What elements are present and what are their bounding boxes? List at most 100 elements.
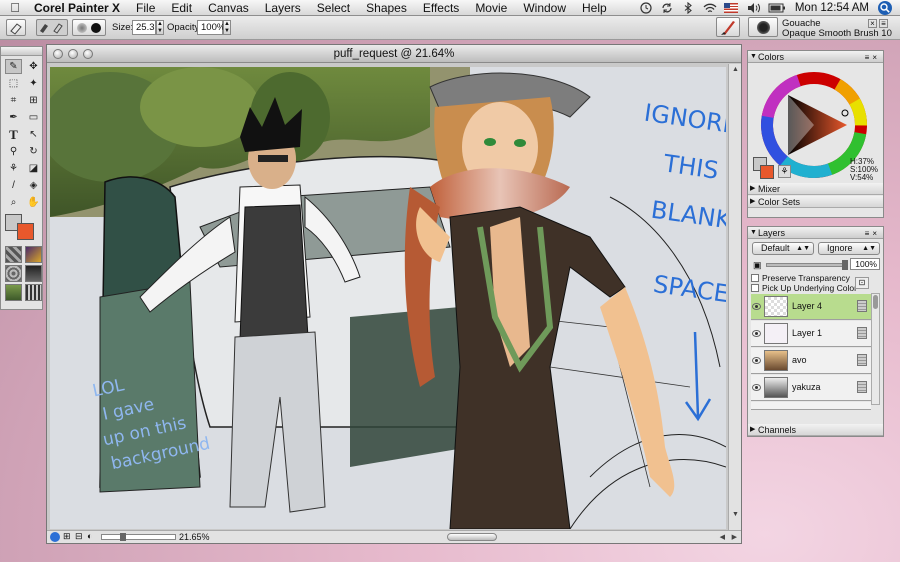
color-panel-main-swatch[interactable] — [760, 165, 774, 179]
preserve-transparency-checkbox[interactable] — [751, 274, 759, 282]
brush-menu-icon[interactable]: ≡ — [879, 19, 888, 28]
eraser-tool-icon[interactable] — [6, 19, 26, 36]
apple-icon[interactable]:  — [0, 0, 30, 16]
layers-scrollbar[interactable] — [871, 293, 880, 405]
time-machine-icon[interactable] — [640, 2, 652, 14]
eyedropper-icon[interactable]: / — [5, 178, 22, 193]
magnifier-icon[interactable]: ⌕ — [5, 195, 22, 210]
scroll-down-icon[interactable]: ▼ — [732, 511, 739, 518]
brush-variant-dab-icon[interactable] — [748, 17, 778, 37]
menu-select[interactable]: Select — [309, 0, 358, 16]
layer-row[interactable]: Layer 1 — [751, 321, 871, 347]
collapse-triangle-icon[interactable]: ▼ — [750, 51, 757, 63]
pattern-library-icon[interactable] — [5, 265, 22, 282]
pick-up-underlying-option[interactable]: Pick Up Underlying Color — [751, 283, 857, 293]
horizontal-scrollbar[interactable]: ⊞ ⊟ ◐ 21.65% ◀ ▶ — [47, 530, 741, 543]
wifi-icon[interactable] — [703, 2, 717, 14]
menu-layers[interactable]: Layers — [257, 0, 309, 16]
expand-triangle-icon[interactable]: ▶ — [750, 424, 755, 436]
painting-canvas[interactable]: IGNORE THIS BLANK SPACE LOL I gave up on… — [50, 67, 726, 529]
scroll-right-icon[interactable]: ▶ — [732, 533, 737, 541]
transform-icon[interactable]: ⊞ — [25, 93, 42, 108]
dropper-icon[interactable]: ⚲ — [5, 144, 22, 159]
brush-method-buttons[interactable] — [36, 19, 68, 36]
scroll-up-icon[interactable]: ▲ — [732, 66, 739, 73]
channels-panel[interactable]: ▶ Channels — [748, 424, 883, 436]
pen-icon[interactable]: ✒ — [5, 110, 22, 125]
composite-method-dropdown[interactable]: Default ▲▼ — [752, 242, 814, 255]
layer-adjuster-icon[interactable]: ✥ — [25, 59, 42, 74]
horizontal-scroll-thumb[interactable] — [447, 533, 497, 541]
menu-edit[interactable]: Edit — [163, 0, 200, 16]
main-color-swatch[interactable] — [17, 223, 34, 240]
menu-effects[interactable]: Effects — [415, 0, 467, 16]
rotate-page-icon[interactable]: ↻ — [25, 144, 42, 159]
color-sets-panel[interactable]: ▶ Color Sets — [748, 196, 883, 208]
spotlight-icon[interactable] — [878, 1, 892, 15]
rubber-stamp-icon[interactable]: ◪ — [25, 161, 42, 176]
close-icon[interactable]: × — [868, 19, 877, 28]
mixer-panel[interactable]: ▶ Mixer — [748, 183, 883, 195]
size-stepper[interactable]: ▲ ▼ — [156, 20, 164, 35]
document-titlebar[interactable]: puff_request @ 21.64% — [47, 45, 741, 63]
color-management-icon[interactable]: ◐ — [87, 531, 92, 541]
menu-file[interactable]: File — [128, 0, 163, 16]
size-field[interactable]: 25.3 — [132, 20, 156, 35]
paint-bucket-icon[interactable]: ◈ — [25, 178, 42, 193]
volume-icon[interactable] — [747, 2, 760, 14]
zoom-slider[interactable] — [101, 533, 176, 541]
menu-app-name[interactable]: Corel Painter X — [30, 1, 128, 15]
brush-tool-icon[interactable]: ✎ — [5, 59, 22, 74]
dab-preview-toggle[interactable] — [72, 19, 106, 36]
rect-select-icon[interactable]: ⬚ — [5, 76, 22, 91]
crop-icon[interactable]: ⌗ — [5, 93, 22, 108]
look-library-icon[interactable] — [5, 284, 22, 301]
eye-icon[interactable] — [752, 330, 761, 337]
menu-movie[interactable]: Movie — [467, 0, 515, 16]
menu-help[interactable]: Help — [574, 0, 615, 16]
toolbox-titlebar[interactable] — [1, 47, 42, 56]
bluetooth-icon[interactable] — [682, 1, 694, 15]
eye-icon[interactable] — [752, 384, 761, 391]
tracing-paper-icon[interactable]: ⊞ — [63, 531, 71, 542]
clone-color-icon[interactable]: ⚘ — [778, 165, 791, 178]
menu-canvas[interactable]: Canvas — [200, 0, 257, 16]
collapse-triangle-icon[interactable]: ▼ — [750, 227, 757, 239]
expand-triangle-icon[interactable]: ▶ — [750, 183, 755, 195]
scroll-left-icon[interactable]: ◀ — [720, 533, 725, 541]
grid-icon[interactable]: ⊟ — [75, 531, 83, 542]
layer-opacity-slider[interactable] — [766, 260, 848, 270]
layer-row[interactable]: yakuza — [751, 375, 871, 401]
layer-opacity-field[interactable]: 100% — [850, 258, 880, 270]
opacity-field[interactable]: 100% — [197, 20, 225, 35]
panel-controls-icon[interactable]: ≡× — [865, 228, 880, 240]
eye-icon[interactable] — [752, 303, 761, 310]
brush-category-icon[interactable] — [716, 17, 740, 37]
preserve-transparency-option[interactable]: Preserve Transparency — [751, 273, 850, 283]
flag-icon[interactable] — [723, 3, 738, 13]
eye-icon[interactable] — [752, 357, 761, 364]
text-icon[interactable]: T — [5, 127, 22, 142]
close-window-icon[interactable] — [53, 49, 63, 59]
paper-library-icon[interactable] — [5, 246, 22, 263]
vertical-scrollbar[interactable]: ▲ ▼ — [728, 64, 741, 532]
zoom-window-icon[interactable] — [83, 49, 93, 59]
navigator-icon[interactable] — [50, 532, 60, 542]
cloner-icon[interactable]: ⚘ — [5, 161, 22, 176]
minimize-window-icon[interactable] — [68, 49, 78, 59]
weave-library-icon[interactable] — [25, 284, 42, 301]
rectangle-shape-icon[interactable]: ▭ — [25, 110, 42, 125]
clock[interactable]: Mon 12:54 AM — [795, 2, 869, 14]
menu-shapes[interactable]: Shapes — [358, 0, 415, 16]
sync-icon[interactable] — [661, 2, 673, 14]
gradient-library-icon[interactable] — [25, 246, 42, 263]
battery-icon[interactable] — [768, 2, 786, 14]
lock-icon[interactable]: ⊡ — [855, 277, 869, 289]
magic-wand-icon[interactable]: ✦ — [25, 76, 42, 91]
shape-select-icon[interactable]: ↖ — [25, 127, 42, 142]
pick-up-underlying-checkbox[interactable] — [751, 284, 759, 292]
composite-depth-dropdown[interactable]: Ignore ▲▼ — [818, 242, 880, 255]
brush-variant-name[interactable]: Opaque Smooth Brush 10 — [782, 28, 892, 39]
layer-row[interactable]: Layer 4 — [751, 294, 871, 320]
layer-row[interactable]: avo — [751, 348, 871, 374]
